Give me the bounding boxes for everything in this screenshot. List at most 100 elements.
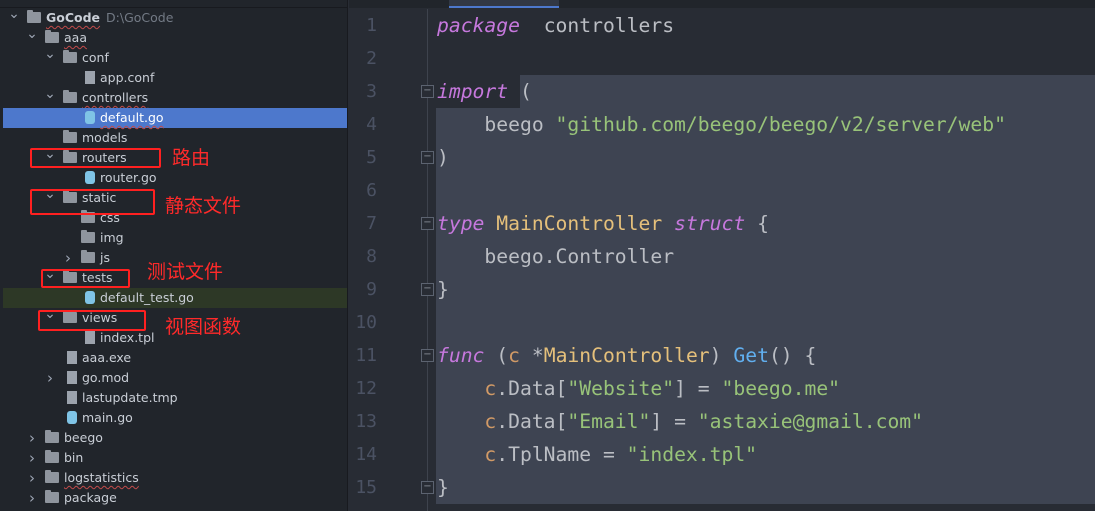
- go-file-icon: [67, 411, 77, 424]
- label-text: default_test.go: [100, 290, 194, 305]
- code-token: "astaxie@gmail.com": [697, 410, 924, 433]
- code-token: .Data[: [496, 410, 568, 433]
- annotation-label-tests: 测试文件: [147, 261, 224, 283]
- file-icon: [67, 371, 77, 384]
- label-text: GoCode: [46, 10, 101, 25]
- code-token: MainController: [543, 344, 710, 367]
- code-line[interactable]: }: [437, 471, 449, 504]
- code-line[interactable]: beego "github.com/beego/beego/v2/server/…: [437, 108, 1006, 141]
- annotation-label-static: 静态文件: [165, 195, 242, 217]
- line-number: 3: [366, 81, 377, 102]
- tree-item-package[interactable]: › package: [3, 488, 347, 508]
- code-line[interactable]: ): [437, 141, 449, 174]
- tree-item-main-go[interactable]: main.go: [3, 408, 347, 428]
- code-line[interactable]: type MainController struct {: [437, 207, 769, 240]
- tab-default-go[interactable]: [449, 0, 559, 8]
- tree-item-lastupdate-tmp[interactable]: lastupdate.tmp: [3, 388, 347, 408]
- fold-collapse-icon[interactable]: −: [421, 85, 434, 98]
- line-number: 6: [366, 180, 377, 201]
- go-file-icon: [85, 291, 95, 304]
- chevron-right-icon[interactable]: ›: [26, 488, 38, 508]
- tree-item-label: app.conf: [100, 68, 154, 88]
- code-token: "index.tpl": [626, 443, 758, 466]
- line-number: 1: [366, 15, 377, 36]
- chevron-right-icon[interactable]: ›: [44, 368, 56, 388]
- line-number: 14: [355, 444, 377, 465]
- tree-item-gocode[interactable]: ⌄ GoCode D:\GoCode: [3, 6, 347, 28]
- folder-icon: [81, 230, 95, 243]
- tree-item-beego[interactable]: › beego: [3, 428, 347, 448]
- code-line[interactable]: }: [437, 273, 449, 306]
- fold-collapse-icon[interactable]: −: [421, 349, 434, 362]
- fold-collapse-icon[interactable]: −: [421, 217, 434, 230]
- tree-item-conf[interactable]: ⌄ conf: [3, 46, 347, 68]
- code-token: {: [745, 212, 769, 235]
- code-token: "Email": [567, 410, 651, 433]
- chevron-right-icon[interactable]: ›: [26, 448, 38, 468]
- label-text: conf: [82, 50, 109, 65]
- chevron-right-icon[interactable]: ›: [26, 428, 38, 448]
- code-token: struct: [674, 212, 746, 235]
- code-token: ] =: [674, 377, 722, 400]
- code-line[interactable]: c.Data["Email"] = "astaxie@gmail.com": [437, 405, 923, 438]
- fold-end-icon[interactable]: −: [421, 283, 434, 296]
- code-token: import: [437, 80, 509, 103]
- label-text: aaa.exe: [82, 350, 132, 365]
- label-text: js: [100, 250, 110, 265]
- tree-item-label: controllers: [82, 88, 148, 108]
- folder-icon: [45, 30, 59, 43]
- tree-item-img[interactable]: img: [3, 228, 347, 248]
- line-number: 12: [355, 378, 377, 399]
- line-number: 2: [366, 48, 377, 69]
- tree-item-aaa-exe[interactable]: aaa.exe: [3, 348, 347, 368]
- code-line[interactable]: package controllers: [437, 9, 674, 42]
- label-text: controllers: [82, 90, 149, 105]
- tree-item-label: package: [64, 488, 117, 508]
- tree-item-label: lastupdate.tmp: [82, 388, 178, 408]
- annotation-box-views: [38, 310, 146, 331]
- code-token: beego: [437, 113, 556, 136]
- tree-item-default-go[interactable]: default.go: [3, 108, 347, 128]
- annotation-label-routers: 路由: [172, 147, 211, 169]
- code-line[interactable]: func (c *MainController) Get() {: [437, 339, 816, 372]
- line-number: 15: [355, 477, 377, 498]
- chevron-right-icon[interactable]: ›: [26, 468, 38, 488]
- code-token: c: [508, 344, 520, 367]
- line-number: 5: [366, 147, 377, 168]
- code-line[interactable]: c.TplName = "index.tpl": [437, 438, 757, 471]
- chevron-down-icon[interactable]: ⌄: [44, 44, 56, 64]
- folder-icon: [45, 490, 59, 503]
- go-file-icon: [85, 171, 95, 184]
- chevron-right-icon[interactable]: ›: [62, 248, 74, 268]
- code-token: (: [484, 344, 509, 367]
- chevron-down-icon[interactable]: ⌄: [44, 84, 56, 104]
- code-token: c: [437, 377, 497, 400]
- code-line[interactable]: import (: [437, 75, 532, 108]
- tree-item-bin[interactable]: › bin: [3, 448, 347, 468]
- code-line[interactable]: c.Data["Website"] = "beego.me": [437, 372, 840, 405]
- code-token: c: [437, 443, 497, 466]
- tree-item-go-mod[interactable]: › go.mod: [3, 368, 347, 388]
- code-line[interactable]: beego.Controller: [437, 240, 674, 273]
- line-number: 10: [355, 312, 377, 333]
- chevron-down-icon[interactable]: ⌄: [8, 4, 20, 24]
- fold-end-icon[interactable]: −: [421, 151, 434, 164]
- tree-item-logstatistics[interactable]: › logstatistics: [3, 468, 347, 488]
- tree-item-controllers[interactable]: ⌄ controllers: [3, 86, 347, 108]
- label-text: package: [64, 490, 117, 505]
- code-token: "Website": [567, 377, 675, 400]
- tree-item-label: main.go: [82, 408, 133, 428]
- chevron-down-icon[interactable]: ⌄: [26, 24, 38, 44]
- project-tree-panel: ⌄ GoCode D:\GoCode ⌄ aaa ⌄ conf app.conf ⌄ contro…: [0, 0, 348, 511]
- label-text: img: [100, 230, 124, 245]
- line-number: 7: [366, 213, 377, 234]
- code-token: beego.Controller: [437, 245, 675, 268]
- tree-item-label: logstatistics: [64, 468, 139, 488]
- go-file-icon: [85, 111, 95, 124]
- annotation-box-tests: [41, 269, 130, 288]
- code-editor[interactable]: 1 package controllers 2 3 import (4 beego "g…: [349, 9, 1095, 511]
- label-text: aaa: [64, 30, 87, 45]
- tree-item-label: go.mod: [82, 368, 129, 388]
- fold-end-icon[interactable]: −: [421, 481, 434, 494]
